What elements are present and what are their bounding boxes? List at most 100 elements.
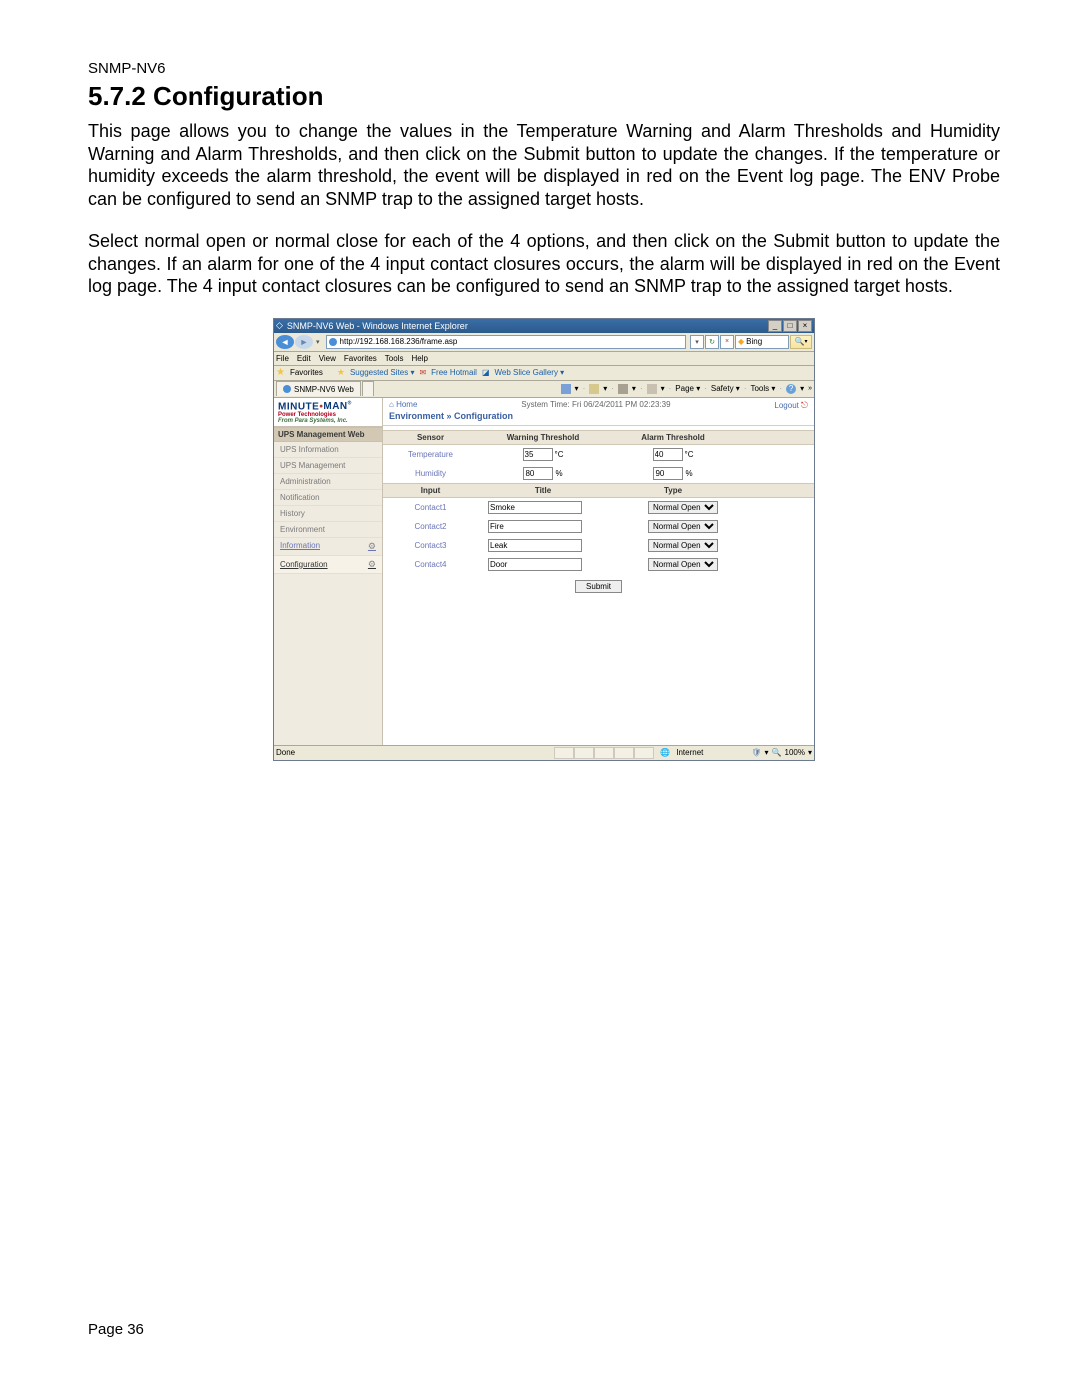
tab-favicon-icon bbox=[283, 385, 291, 393]
ie-app-icon: ◇ bbox=[276, 320, 283, 331]
page-body: MINUTE•MAN® Power Technologies From Para… bbox=[274, 398, 814, 745]
home-icon[interactable] bbox=[561, 384, 571, 394]
input-name: Contact4 bbox=[383, 560, 478, 569]
browser-tab[interactable]: SNMP-NV6 Web bbox=[276, 381, 361, 396]
main-panel: ⌂ Home System Time: Fri 06/24/2011 PM 02… bbox=[383, 398, 814, 745]
humidity-warn-input[interactable] bbox=[523, 467, 553, 480]
back-button[interactable]: ◄ bbox=[276, 335, 294, 349]
home-link[interactable]: ⌂ Home bbox=[389, 400, 417, 409]
input-name: Contact1 bbox=[383, 503, 478, 512]
ie-menubar: File Edit View Favorites Tools Help bbox=[274, 352, 814, 366]
status-cell bbox=[554, 747, 574, 759]
fav-link-webslice[interactable]: Web Slice Gallery ▾ bbox=[495, 368, 565, 377]
addr-dropdown-icon[interactable]: ▾ bbox=[690, 335, 704, 349]
search-box[interactable]: ◆ Bing bbox=[735, 335, 789, 349]
webslice-icon: ◪ bbox=[482, 368, 490, 377]
input-name: Contact2 bbox=[383, 522, 478, 531]
temperature-alarm-input[interactable] bbox=[653, 448, 683, 461]
home-icon-small: ⌂ bbox=[389, 400, 394, 409]
fav-group-icon: ★ bbox=[337, 367, 345, 378]
contact2-title-input[interactable] bbox=[488, 520, 582, 533]
input-header-col2: Title bbox=[478, 486, 608, 495]
sensor-row-temperature: Temperature °C °C bbox=[383, 445, 814, 464]
mail-icon[interactable] bbox=[618, 384, 628, 394]
minimize-button[interactable]: _ bbox=[768, 320, 782, 332]
contact4-title-input[interactable] bbox=[488, 558, 582, 571]
home-label: Home bbox=[396, 400, 417, 409]
ie-window-title: SNMP-NV6 Web - Windows Internet Explorer bbox=[287, 321, 468, 331]
protected-mode-icon[interactable]: 🛡 bbox=[751, 748, 761, 757]
contact4-type-select[interactable]: Normal Open bbox=[648, 558, 718, 571]
forward-button[interactable]: ► bbox=[295, 335, 313, 349]
sidebar-item-environment[interactable]: Environment bbox=[274, 522, 382, 538]
contact2-type-select[interactable]: Normal Open bbox=[648, 520, 718, 533]
gear-icon: ⚙ bbox=[368, 541, 376, 552]
refresh-icon[interactable]: ↻ bbox=[705, 335, 719, 349]
menu-view[interactable]: View bbox=[319, 354, 336, 363]
sidebar-item-notify[interactable]: Notification bbox=[274, 490, 382, 506]
contact3-title-input[interactable] bbox=[488, 539, 582, 552]
contact1-type-select[interactable]: Normal Open bbox=[648, 501, 718, 514]
favorites-label[interactable]: Favorites bbox=[290, 368, 323, 377]
search-button[interactable]: 🔍▾ bbox=[790, 335, 812, 349]
config-form: Sensor Warning Threshold Alarm Threshold… bbox=[383, 426, 814, 605]
gear-icon: ⚙ bbox=[368, 559, 376, 570]
input-row-contact2: Contact2 Normal Open bbox=[383, 517, 814, 536]
submit-button[interactable]: Submit bbox=[575, 580, 622, 593]
help-icon[interactable]: ? bbox=[786, 384, 796, 394]
close-button[interactable]: × bbox=[798, 320, 812, 332]
zoom-icon[interactable]: 🔍 bbox=[772, 748, 782, 757]
sidebar-item-ups-info[interactable]: UPS Information bbox=[274, 442, 382, 458]
ie-command-bar: ▾ · ▾ · ▾ · ▾ · Page ▾ · Safety ▾ · Tool… bbox=[561, 384, 812, 394]
fav-link-suggested[interactable]: Suggested Sites ▾ bbox=[350, 368, 415, 377]
humidity-alarm-input[interactable] bbox=[653, 467, 683, 480]
sidebar-item-information[interactable]: Information ⚙ bbox=[274, 538, 382, 556]
input-row-contact4: Contact4 Normal Open bbox=[383, 555, 814, 574]
menu-help[interactable]: Help bbox=[411, 354, 427, 363]
logo: MINUTE•MAN® Power Technologies From Para… bbox=[274, 398, 382, 427]
system-time: System Time: Fri 06/24/2011 PM 02:23:39 bbox=[521, 400, 670, 409]
zone-icon: 🌐 bbox=[660, 748, 670, 757]
sensor-row-humidity: Humidity % % bbox=[383, 464, 814, 483]
tab-title: SNMP-NV6 Web bbox=[294, 385, 354, 394]
ie-tab-row: SNMP-NV6 Web ▾ · ▾ · ▾ · ▾ · Page ▾ · Sa… bbox=[274, 381, 814, 398]
input-name: Contact3 bbox=[383, 541, 478, 550]
cmd-tools[interactable]: Tools ▾ bbox=[750, 384, 775, 393]
logout-link[interactable]: Logout ⎋ bbox=[774, 400, 808, 411]
doc-header: SNMP-NV6 bbox=[88, 60, 1000, 77]
globe-icon bbox=[329, 338, 337, 346]
url-text: http://192.168.168.236/frame.asp bbox=[340, 337, 458, 346]
nav-dropdown-icon[interactable]: ▾ bbox=[316, 338, 320, 346]
sidebar: MINUTE•MAN® Power Technologies From Para… bbox=[274, 398, 383, 745]
sensor-name: Humidity bbox=[383, 469, 478, 478]
stop-icon[interactable]: × bbox=[720, 335, 734, 349]
new-tab-button[interactable] bbox=[362, 381, 374, 396]
contact3-type-select[interactable]: Normal Open bbox=[648, 539, 718, 552]
maximize-button[interactable]: □ bbox=[783, 320, 797, 332]
cmd-safety[interactable]: Safety ▾ bbox=[711, 384, 740, 393]
print-icon[interactable] bbox=[647, 384, 657, 394]
sidebar-item-label: Information bbox=[280, 541, 320, 552]
ie-window: ◇ SNMP-NV6 Web - Windows Internet Explor… bbox=[273, 318, 815, 761]
temperature-warn-input[interactable] bbox=[523, 448, 553, 461]
hotmail-icon: ✉ bbox=[419, 368, 426, 377]
fav-link-hotmail[interactable]: Free Hotmail bbox=[431, 368, 477, 377]
feeds-icon[interactable] bbox=[589, 384, 599, 394]
favorites-star-icon[interactable]: ★ bbox=[276, 367, 285, 378]
menu-file[interactable]: File bbox=[276, 354, 289, 363]
cmd-page[interactable]: Page ▾ bbox=[675, 384, 700, 393]
menu-tools[interactable]: Tools bbox=[385, 354, 404, 363]
address-bar[interactable]: http://192.168.168.236/frame.asp bbox=[326, 335, 686, 349]
status-cell bbox=[614, 747, 634, 759]
contact1-title-input[interactable] bbox=[488, 501, 582, 514]
sidebar-item-configuration[interactable]: Configuration ⚙ bbox=[274, 556, 382, 574]
status-cell bbox=[594, 747, 614, 759]
sidebar-item-history[interactable]: History bbox=[274, 506, 382, 522]
unit-label: % bbox=[685, 469, 692, 478]
status-zoom: 100% bbox=[785, 748, 805, 757]
sidebar-item-ups-mgmt[interactable]: UPS Management bbox=[274, 458, 382, 474]
menu-edit[interactable]: Edit bbox=[297, 354, 311, 363]
menu-favorites[interactable]: Favorites bbox=[344, 354, 377, 363]
sidebar-item-admin[interactable]: Administration bbox=[274, 474, 382, 490]
unit-label: °C bbox=[555, 450, 564, 459]
